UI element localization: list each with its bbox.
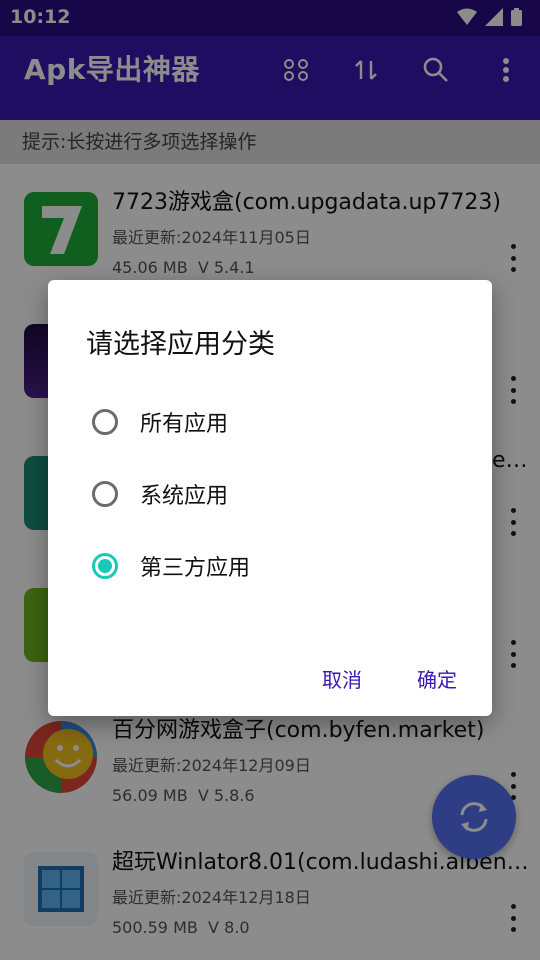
option-all-apps[interactable]: 所有应用: [92, 402, 228, 442]
radio-button[interactable]: [92, 481, 118, 507]
option-label: 所有应用: [140, 412, 229, 437]
option-system-apps[interactable]: 系统应用: [92, 474, 228, 514]
option-third-party-apps[interactable]: 第三方应用: [92, 546, 250, 586]
radio-button[interactable]: [92, 409, 118, 435]
option-label: 系统应用: [140, 484, 229, 509]
radio-button-checked[interactable]: [92, 553, 118, 579]
dialog-title: 请选择应用分类: [86, 329, 275, 360]
option-label: 第三方应用: [140, 556, 251, 581]
cancel-button[interactable]: 取消: [322, 664, 362, 693]
confirm-button[interactable]: 确定: [417, 664, 457, 693]
category-dialog: 请选择应用分类 所有应用 系统应用 第三方应用 取消 确定: [48, 280, 492, 716]
